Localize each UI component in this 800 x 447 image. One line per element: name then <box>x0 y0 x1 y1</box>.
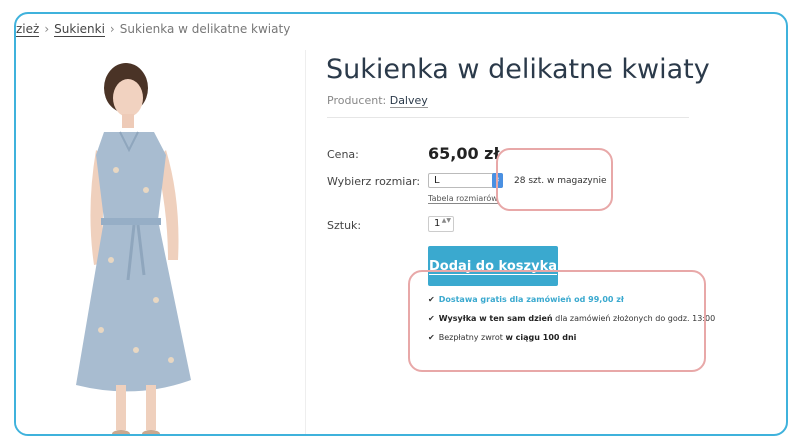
divider <box>327 117 689 118</box>
producer-link[interactable]: Dalvey <box>389 94 428 108</box>
product-image[interactable] <box>16 50 306 434</box>
stock-highlight <box>496 148 613 211</box>
size-select-value: L <box>434 175 440 186</box>
benefits-highlight <box>408 270 706 372</box>
breadcrumb-item-clothes[interactable]: zież <box>16 22 40 37</box>
page-frame: zież › Sukienki › Sukienka w delikatne kwiat… <box>14 12 788 436</box>
price-value: 65,00 zł <box>428 144 500 163</box>
producer-line: Producent: Dalvey <box>327 94 428 108</box>
breadcrumb-separator: › <box>44 22 50 36</box>
price-label: Cena: <box>327 148 359 161</box>
quantity-stepper[interactable]: 1 ▲▼ <box>428 216 454 232</box>
size-select[interactable]: L ⇕ <box>428 173 503 188</box>
producer-label: Producent: <box>327 94 387 107</box>
breadcrumb-separator: › <box>109 22 115 36</box>
breadcrumb-item-dresses[interactable]: Sukienki <box>54 22 105 37</box>
quantity-value: 1 <box>434 218 441 229</box>
size-table-link[interactable]: Tabela rozmiarów <box>428 194 498 204</box>
quantity-label: Sztuk: <box>327 219 362 232</box>
size-label: Wybierz rozmiar: <box>327 175 421 188</box>
dress-model-illustration <box>76 63 191 434</box>
breadcrumb-current: Sukienka w delikatne kwiaty <box>119 22 291 36</box>
breadcrumb: zież › Sukienki › Sukienka w delikatne kwiat… <box>16 22 291 37</box>
spinner-icon[interactable]: ▲▼ <box>442 217 451 224</box>
product-title: Sukienka w delikatne kwiaty <box>326 54 710 85</box>
